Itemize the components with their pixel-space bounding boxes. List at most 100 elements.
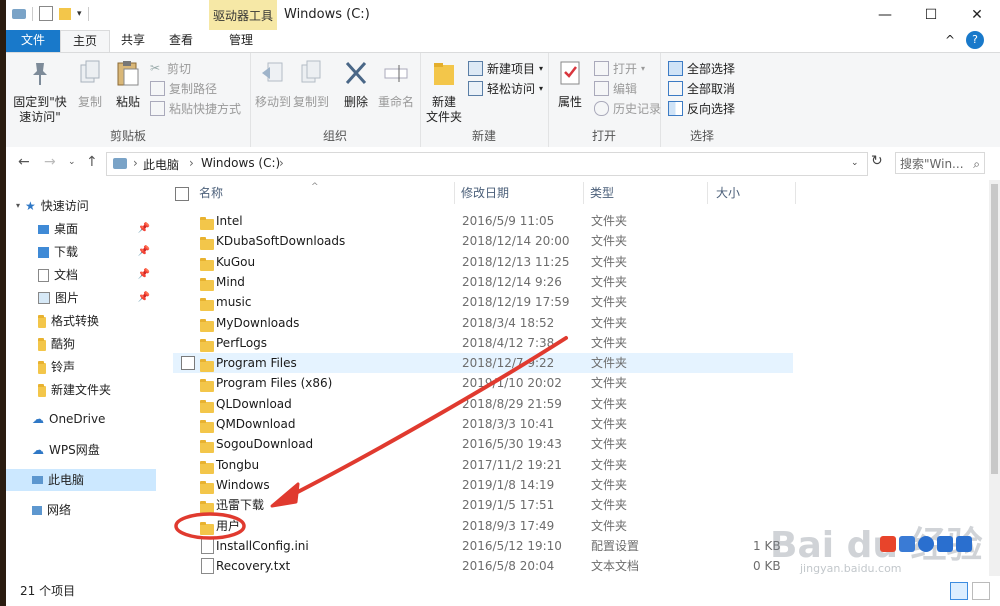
pin-icon[interactable]: 📌 [138,264,150,286]
scrollbar-thumb[interactable] [991,184,998,474]
column-header-size[interactable]: 大小 [716,180,740,206]
properties-button[interactable]: 属性 [552,59,588,110]
sidebar-item-this-pc[interactable]: 此电脑 [6,469,156,491]
column-header-date[interactable]: 修改日期 [461,180,509,206]
cut-button[interactable]: ✂ 剪切 [150,60,191,77]
new-folder-icon[interactable] [59,7,71,20]
sidebar-item-quick-access[interactable]: ▾ ★ 快速访问 [16,195,156,217]
qat-dropdown-icon[interactable]: ▾ [77,9,82,19]
edit-button[interactable]: 编辑 [594,80,637,97]
paste-button[interactable]: 粘贴 [110,59,146,110]
table-row[interactable]: PerfLogs 2018/4/12 7:38 文件夹 [173,333,793,353]
microphone-icon[interactable] [937,536,953,552]
sidebar-item-network[interactable]: 网络 [32,499,156,521]
table-row[interactable]: Mind 2018/12/14 9:26 文件夹 [173,272,793,292]
column-divider[interactable] [583,182,584,204]
sidebar-item-ringtones[interactable]: 铃声 [38,356,156,378]
open-button[interactable]: 打开 ▾ [594,60,645,77]
pin-icon[interactable]: 📌 [138,287,150,309]
invert-selection-button[interactable]: 反向选择 [668,100,735,117]
pin-to-quick-access-button[interactable]: 固定到"快 速访问" [10,59,70,125]
copy-label: 复制 [77,95,102,109]
table-row[interactable]: Tongbu 2017/11/2 19:21 文件夹 [173,455,793,475]
copy-button[interactable]: 复制 [72,59,108,110]
sidebar-item-documents[interactable]: 文档 📌 [38,264,156,286]
sogou-ime-icon[interactable] [880,536,896,552]
table-row[interactable]: 用户 2018/9/3 17:49 文件夹 [173,516,793,536]
select-all-button[interactable]: 全部选择 [668,60,735,77]
pin-icon[interactable]: 📌 [138,218,150,240]
properties-check-icon[interactable] [39,6,53,21]
breadcrumb-windows-c[interactable]: Windows (C:) [201,156,280,170]
column-header-type[interactable]: 类型 [590,180,614,206]
table-row[interactable]: InstallConfig.ini 2016/5/12 19:10 配置设置 1 KB [173,536,793,556]
tab-home[interactable]: 主页 [60,30,110,52]
sidebar-item-format-convert[interactable]: 格式转换 [38,310,156,332]
copy-to-button[interactable]: 复制到 [292,59,330,110]
breadcrumb-this-pc[interactable]: 此电脑 [143,156,179,173]
table-row[interactable]: KDubaSoftDownloads 2018/12/14 20:00 文件夹 [173,231,793,251]
select-all-label: 全部选择 [687,62,736,76]
forward-arrow-icon[interactable]: → [44,154,56,170]
new-folder-button[interactable]: 新建 文件夹 [424,59,464,125]
row-checkbox[interactable] [181,356,195,370]
minimize-button[interactable]: — [862,0,908,30]
maximize-button[interactable]: ☐ [908,0,954,30]
table-row[interactable]: QMDownload 2018/3/3 10:41 文件夹 [173,414,793,434]
table-row[interactable]: MyDownloads 2018/3/4 18:52 文件夹 [173,313,793,333]
column-header-name[interactable]: 名称 [199,180,223,206]
table-row[interactable]: Program Files 2018/12/7 9:22 文件夹 [173,353,793,373]
close-button[interactable]: ✕ [954,0,1000,30]
details-view-icon[interactable] [950,582,968,600]
column-divider[interactable] [795,182,796,204]
up-arrow-icon[interactable]: ↑ [86,154,98,170]
sidebar-item-onedrive[interactable]: ☁ OneDrive [32,408,156,430]
sidebar-item-pictures[interactable]: 图片 📌 [38,287,156,309]
copy-path-button[interactable]: 复制路径 [150,80,217,97]
column-header-divider[interactable] [707,182,708,204]
table-row[interactable]: SogouDownload 2016/5/30 19:43 文件夹 [173,434,793,454]
paste-shortcut-button[interactable]: 粘贴快捷方式 [150,100,241,117]
sidebar-item-downloads[interactable]: 下载 📌 [38,241,156,263]
easy-access-button[interactable]: 轻松访问 ▾ [468,80,543,97]
address-bar[interactable]: › 此电脑 › Windows (C:) › ⌄ [106,152,868,176]
refresh-icon[interactable]: ↻ [871,153,883,169]
new-item-button[interactable]: 新建项目 ▾ [468,60,543,77]
collapse-ribbon-button[interactable]: ^ [940,30,960,52]
tab-manage[interactable]: 管理 [216,30,266,52]
sidebar-item-new-folder[interactable]: 新建文件夹 [38,379,156,401]
help-button[interactable]: ? [966,31,984,49]
pin-icon[interactable]: 📌 [138,241,150,263]
sidebar-item-kugou[interactable]: 酷狗 [38,333,156,355]
table-row[interactable]: Windows 2019/1/8 14:19 文件夹 [173,475,793,495]
select-none-button[interactable]: 全部取消 [668,80,735,97]
vertical-scrollbar[interactable] [989,180,1000,576]
rename-button[interactable]: 重命名 [376,59,416,110]
drive-icon[interactable] [12,8,26,19]
recent-locations-chevron-icon[interactable]: ⌄ [68,157,76,167]
sidebar-item-desktop[interactable]: 桌面 📌 [38,218,156,240]
table-row[interactable]: Intel 2016/5/9 11:05 文件夹 [173,211,793,231]
table-row[interactable]: music 2018/12/19 17:59 文件夹 [173,292,793,312]
table-row[interactable]: QLDownload 2018/8/29 21:59 文件夹 [173,394,793,414]
sidebar-item-wps-cloud[interactable]: ☁ WPS网盘 [32,439,156,461]
tab-view[interactable]: 查看 [158,30,204,52]
table-row[interactable]: Program Files (x86) 2019/1/10 20:02 文件夹 [173,373,793,393]
delete-button[interactable]: 删除 [338,59,374,110]
search-input[interactable]: 搜索"Win... ⌕ [895,152,985,174]
keyboard-icon[interactable] [956,536,972,552]
column-divider[interactable] [454,182,455,204]
address-dropdown-chevron-icon[interactable]: ⌄ [851,158,859,168]
history-button[interactable]: 历史记录 [594,100,661,117]
back-arrow-icon[interactable]: ← [18,154,30,170]
tab-file[interactable]: 文件 [6,30,60,52]
table-row[interactable]: 迅雷下载 2019/1/5 17:51 文件夹 [173,495,793,515]
select-all-checkbox[interactable] [175,187,189,201]
table-row[interactable]: Recovery.txt 2016/5/8 20:04 文本文档 0 KB [173,556,793,576]
tab-share[interactable]: 共享 [110,30,156,52]
table-row[interactable]: KuGou 2018/12/13 11:25 文件夹 [173,252,793,272]
ime-mode-icon[interactable] [899,536,915,552]
emoji-icon[interactable] [918,536,934,552]
move-to-button[interactable]: 移动到 [254,59,292,110]
large-icons-view-icon[interactable] [972,582,990,600]
